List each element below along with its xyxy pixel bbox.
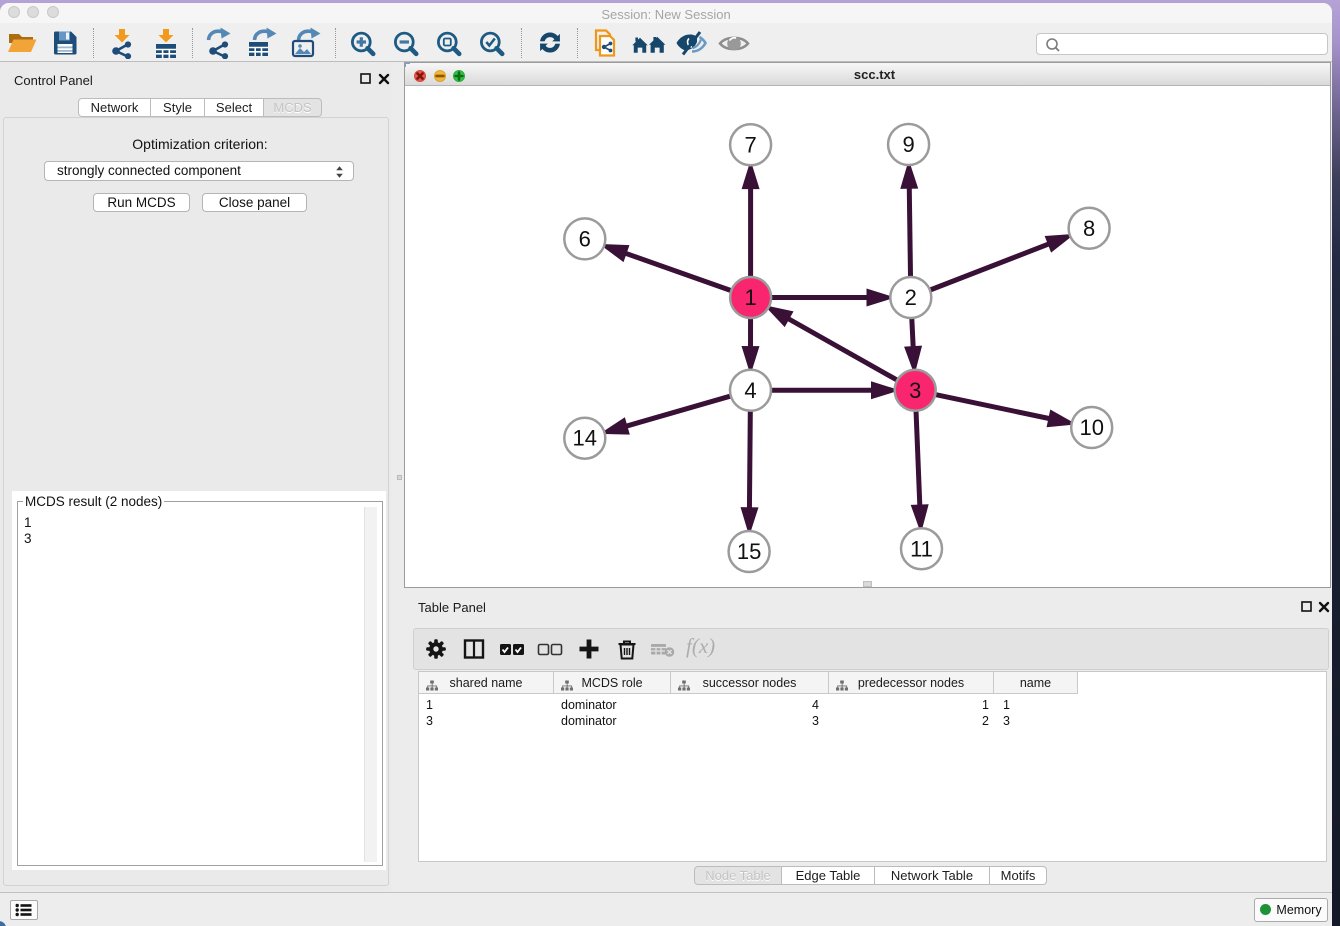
svg-text:2: 2	[905, 285, 917, 310]
svg-text:10: 10	[1079, 415, 1103, 440]
svg-text:6: 6	[579, 226, 591, 251]
svg-text:4: 4	[744, 378, 756, 403]
svg-text:11: 11	[910, 536, 933, 561]
svg-text:8: 8	[1083, 216, 1095, 241]
svg-text:1: 1	[744, 285, 756, 310]
svg-text:14: 14	[573, 426, 597, 451]
svg-text:15: 15	[737, 539, 761, 564]
svg-text:7: 7	[744, 132, 756, 157]
svg-text:3: 3	[909, 378, 921, 403]
svg-text:9: 9	[902, 132, 914, 157]
